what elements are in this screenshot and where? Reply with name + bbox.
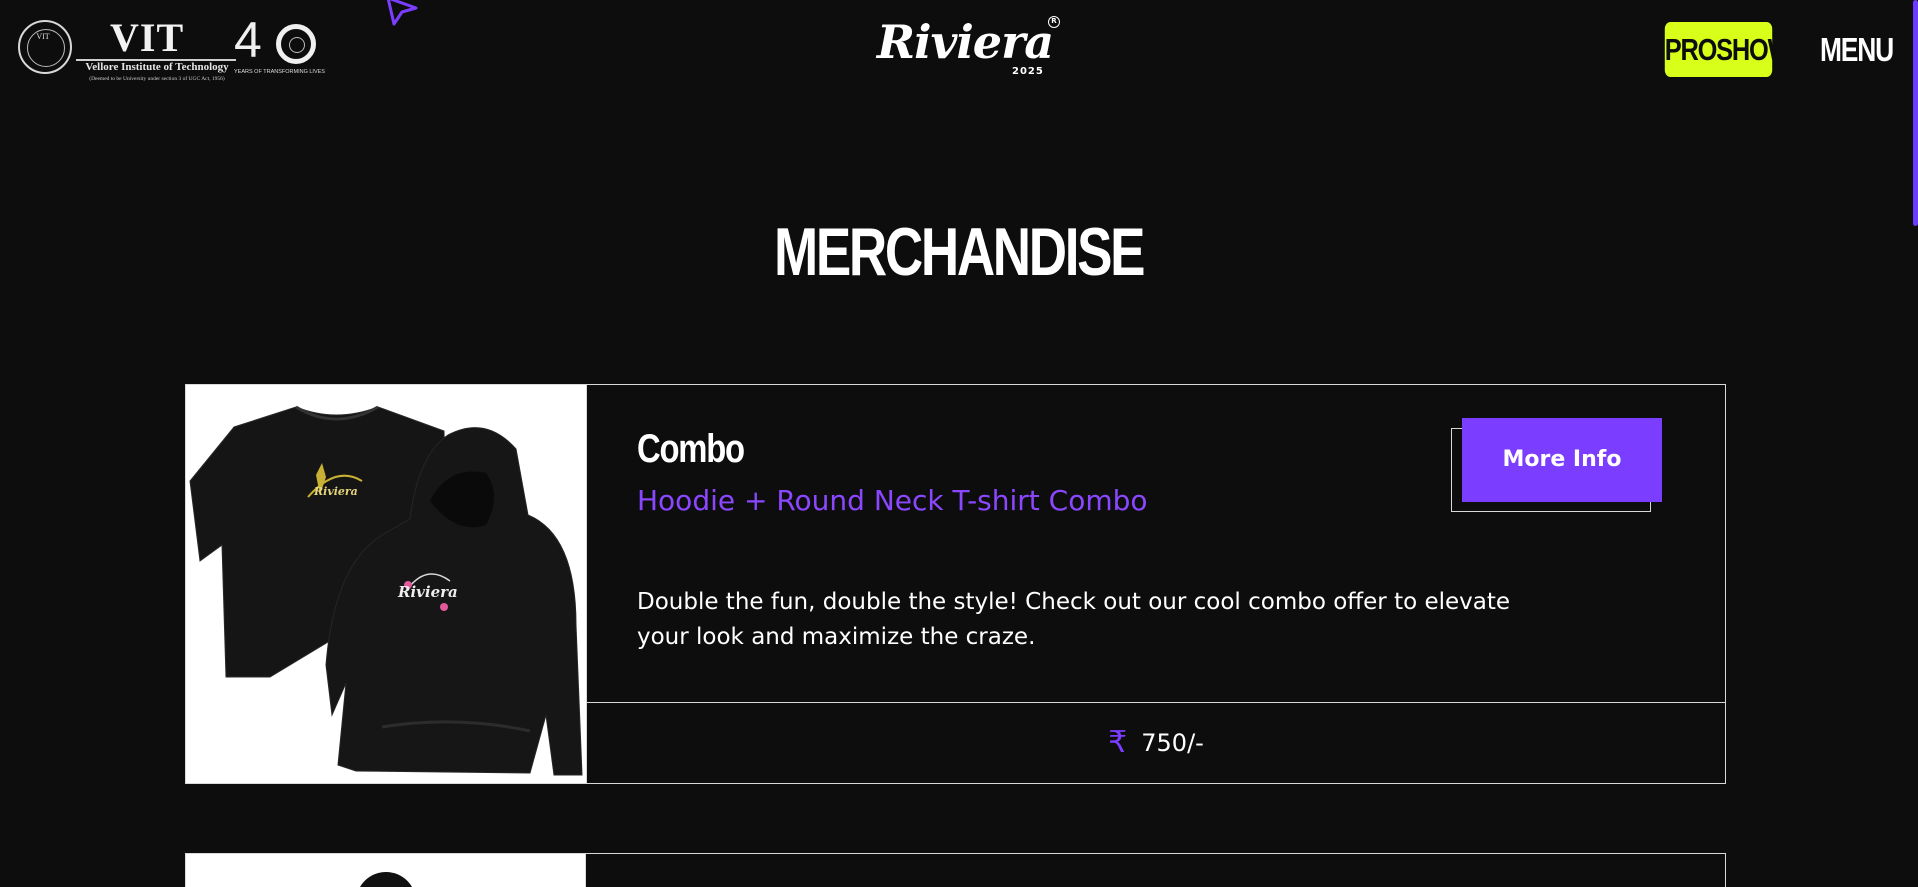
- product-card-next: [185, 853, 1726, 887]
- product-card: Riviera Riviera Combo Hoodie + Round Nec…: [185, 384, 1726, 784]
- hoodie-print-text: Riviera: [397, 583, 458, 601]
- rupee-icon: ₹: [1108, 725, 1128, 760]
- product-info: Combo Hoodie + Round Neck T-shirt Combo …: [586, 385, 1725, 703]
- vit-logo[interactable]: VIT VIT Vellore Institute of Technology …: [18, 15, 236, 82]
- vit-wordmark: VIT: [110, 15, 185, 60]
- riviera-year: 2025: [1012, 66, 1044, 77]
- more-info-button[interactable]: More Info: [1462, 418, 1662, 502]
- vit-seal-text: VIT: [36, 32, 50, 41]
- product-price-bar: ₹ 750/-: [586, 703, 1725, 783]
- product-subtitle: Hoodie + Round Neck T-shirt Combo: [637, 484, 1148, 517]
- riviera-wordmark: Riviera: [876, 15, 1054, 69]
- product-price: 750/-: [1141, 729, 1204, 757]
- site-header: VIT VIT Vellore Institute of Technology …: [0, 0, 1918, 100]
- product-description: Double the fun, double the style! Check …: [637, 589, 1511, 650]
- cursor-decoration-icon: [386, 0, 418, 26]
- anniversary-seal-icon: [276, 24, 316, 64]
- product-image-next: [186, 854, 586, 887]
- vit-name: Vellore Institute of Technology: [85, 61, 229, 73]
- page-title-text: MERCHANDISE: [774, 214, 1145, 290]
- vit-subtitle: (Deemed to be University under section 3…: [89, 76, 225, 82]
- tshirt-print-text: Riviera: [313, 485, 358, 498]
- riviera-logo[interactable]: Riviera R 2025: [872, 14, 1068, 84]
- anniversary-subtitle: YEARS OF TRANSFORMING LIVES: [234, 69, 325, 75]
- anniversary-number: 4: [234, 12, 262, 68]
- proshow-button[interactable]: PROSHOW: [1664, 22, 1792, 77]
- product-name: Combo: [637, 427, 745, 471]
- page-title: MERCHANDISE: [0, 212, 1918, 292]
- registered-mark: R: [1048, 16, 1060, 28]
- product-image: Riviera Riviera: [186, 385, 586, 783]
- menu-button[interactable]: MENU: [1820, 22, 1894, 77]
- vit-seal-icon: [18, 20, 72, 74]
- scrollbar-thumb[interactable]: [1913, 0, 1918, 226]
- anniversary-logo: 4 YEARS OF TRANSFORMING LIVES: [234, 12, 325, 78]
- combo-merch-image: Riviera Riviera: [186, 385, 586, 783]
